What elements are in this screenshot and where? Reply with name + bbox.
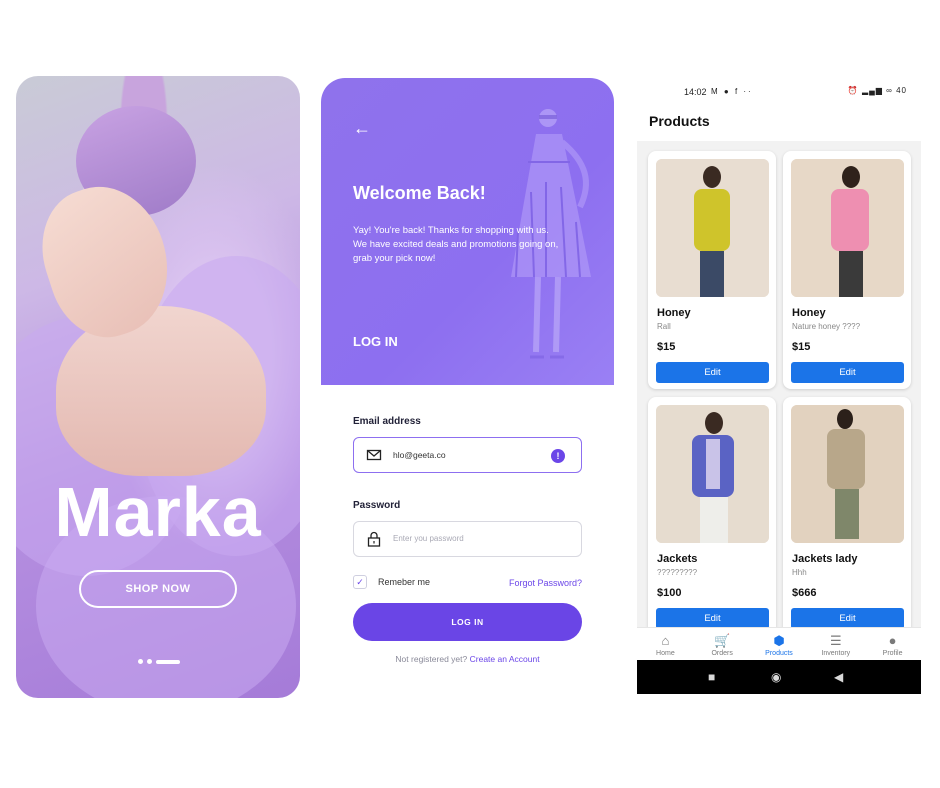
product-image [791, 159, 904, 297]
product-price: $15 [792, 341, 811, 353]
product-image [656, 405, 769, 543]
email-value: hlo@geeta.co [393, 450, 446, 460]
register-prompt: Not registered yet? Create an Account [321, 654, 614, 664]
login-header: ← Welcome Back! Yay! You're back! Thanks… [321, 78, 614, 385]
product-description: Nature honey ???? [792, 322, 861, 331]
edit-button[interactable]: Edit [791, 608, 904, 627]
stage: Marka SHOP NOW ← Welcome Back! Yay! You'… [0, 0, 940, 788]
model-figure [791, 405, 904, 543]
home-circle-icon[interactable]: ◉ [771, 670, 781, 684]
nav-label: Inventory [821, 650, 851, 657]
password-field[interactable]: Enter you password [353, 521, 582, 557]
product-card[interactable]: Honey Nature honey ???? $15 Edit [783, 151, 911, 389]
product-description: ????????? [657, 568, 698, 577]
forgot-password-link[interactable]: Forgot Password? [509, 578, 582, 588]
nav-products[interactable]: ⬢ Products [751, 628, 808, 660]
bottom-navigation: ⌂ Home 🛒 Orders ⬢ Products ☰ Inventory ●… [637, 627, 921, 660]
welcome-message: Yay! You're back! Thanks for shopping wi… [353, 225, 559, 264]
brand-title: Marka [54, 473, 262, 551]
page-title: Products [649, 113, 710, 129]
product-description: Hhh [792, 568, 807, 577]
list-icon: ☰ [829, 633, 842, 648]
recents-square-icon[interactable]: ■ [708, 670, 715, 684]
person-icon: ● [888, 633, 897, 648]
product-price: $666 [792, 587, 817, 599]
home-icon: ⌂ [661, 633, 670, 648]
edit-button[interactable]: Edit [656, 608, 769, 627]
product-card[interactable]: Jackets lady Hhh $666 Edit [783, 397, 911, 627]
back-triangle-icon[interactable]: ◀ [834, 670, 843, 684]
product-card[interactable]: Honey Rall $15 Edit [648, 151, 776, 389]
email-label: Email address [353, 416, 421, 427]
product-card[interactable]: Jackets ????????? $100 Edit [648, 397, 776, 627]
edit-button[interactable]: Edit [656, 362, 769, 383]
login-heading: LOG IN [353, 334, 398, 349]
nav-orders[interactable]: 🛒 Orders [694, 628, 751, 660]
remember-me[interactable]: ✓ Remeber me [353, 575, 430, 589]
create-account-link[interactable]: Create an Account [470, 654, 540, 664]
product-image [791, 405, 904, 543]
mail-icon [366, 449, 382, 461]
page-indicator [138, 659, 180, 664]
welcome-title: Welcome Back! [353, 183, 486, 203]
products-screen: 14:02 M ● f ·· ⏰ ▂▄▆ ∞ 40 Products Honey… [637, 78, 921, 694]
shop-now-button[interactable]: SHOP NOW [79, 570, 237, 608]
page-dot [138, 659, 143, 664]
product-name: Honey [792, 307, 826, 319]
product-image [656, 159, 769, 297]
model-figure [791, 159, 904, 297]
nav-label: Home [656, 650, 675, 657]
login-button[interactable]: LOG IN [353, 603, 582, 641]
model-figure [656, 405, 769, 543]
password-placeholder: Enter you password [393, 534, 464, 543]
notification-icons: M ● f ·· [711, 87, 753, 96]
login-screen: ← Welcome Back! Yay! You're back! Thanks… [321, 78, 614, 690]
product-name: Honey [657, 307, 691, 319]
product-grid: Honey Rall $15 Edit Honey Nature honey ?… [637, 141, 921, 627]
nav-home[interactable]: ⌂ Home [637, 628, 694, 660]
back-arrow-icon[interactable]: ← [353, 118, 371, 139]
box-icon: ⬢ [773, 633, 785, 648]
system-status-icons: ⏰ ▂▄▆ ∞ 40 [847, 86, 907, 95]
nav-inventory[interactable]: ☰ Inventory [807, 628, 864, 660]
system-navigation-bar: ■ ◉ ◀ [637, 660, 921, 694]
nav-label: Orders [711, 650, 733, 657]
cart-icon: 🛒 [714, 633, 731, 648]
product-price: $100 [657, 587, 682, 599]
product-name: Jackets [657, 553, 698, 565]
nav-label: Products [765, 650, 793, 657]
lock-icon [367, 531, 381, 547]
model-figure [656, 159, 769, 297]
product-description: Rall [657, 322, 671, 331]
register-text: Not registered yet? [395, 654, 468, 664]
page-dot [147, 659, 152, 664]
remember-checkbox[interactable]: ✓ [353, 575, 367, 589]
email-field[interactable]: hlo@geeta.co ! [353, 437, 582, 473]
status-bar: 14:02 M ● f ·· ⏰ ▂▄▆ ∞ 40 [637, 78, 921, 106]
product-price: $15 [657, 341, 676, 353]
product-name: Jackets lady [792, 553, 858, 565]
edit-button[interactable]: Edit [791, 362, 904, 383]
nav-label: Profile [882, 650, 903, 657]
remember-label: Remeber me [378, 577, 431, 587]
page-dot-active [156, 659, 180, 664]
error-icon: ! [551, 449, 565, 463]
splash-screen: Marka SHOP NOW [16, 76, 300, 698]
nav-profile[interactable]: ● Profile [864, 628, 921, 660]
status-time: 14:02 [684, 87, 707, 97]
password-label: Password [353, 500, 401, 511]
